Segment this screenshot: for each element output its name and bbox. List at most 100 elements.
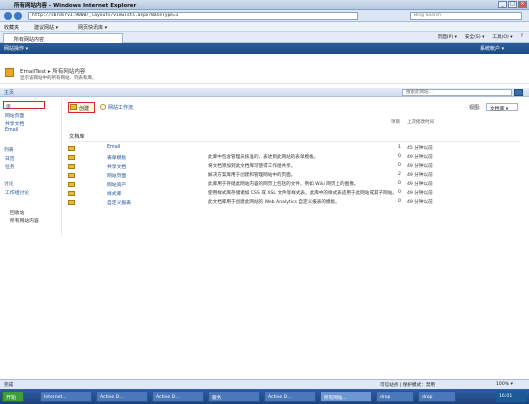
site-search-input[interactable]: 搜索此网站... xyxy=(402,89,512,96)
table-row[interactable]: 共享文档 将文档添加到此文档库可使得工作组共享。 0 49 分钟以前 xyxy=(0,163,529,171)
library-modified: 49 分钟以前 xyxy=(407,155,433,160)
library-modified: 49 分钟以前 xyxy=(407,200,433,205)
library-modified: 45 分钟以前 xyxy=(407,146,433,151)
library-item-count: 2 xyxy=(398,172,401,177)
library-item-count: 0 xyxy=(398,154,401,159)
address-bar-row: http://sbrdsrv1:9000/_layouts/viewlsts.a… xyxy=(0,10,529,22)
taskbar-button[interactable]: Active D... xyxy=(264,391,316,402)
clock: 16:01 xyxy=(496,391,527,402)
view-select[interactable]: 文档库 ▾ xyxy=(486,103,518,112)
document-library-icon xyxy=(68,164,75,169)
document-library-icon xyxy=(68,173,75,178)
zoom-level[interactable]: 100% ▾ xyxy=(496,382,513,387)
recycle-bin-link[interactable]: 回收站 xyxy=(10,209,24,216)
taskbar-button[interactable]: Active D... xyxy=(152,391,204,402)
divider xyxy=(68,141,520,142)
site-workflows-link[interactable]: 网站工作流 xyxy=(108,104,133,111)
search-icon[interactable] xyxy=(514,89,523,96)
library-name[interactable]: Email xyxy=(107,145,120,150)
document-library-icon xyxy=(68,146,75,151)
status-bar: 完成 可信站点 | 保护模式：禁用 100% ▾ xyxy=(0,379,529,389)
page-menu[interactable]: 页面(P) ▾ xyxy=(438,34,457,40)
library-name[interactable]: 样式库 xyxy=(107,190,121,197)
page-description: 显示该网站中的所有网站、列表和库。 xyxy=(20,76,97,81)
favorites-button[interactable]: 收藏夹 xyxy=(4,24,19,31)
create-icon xyxy=(70,104,77,110)
help-icon[interactable]: ? xyxy=(521,34,523,40)
quicklaunch-item[interactable]: Email xyxy=(5,128,18,133)
browser-search-input[interactable]: Bing Search xyxy=(410,12,522,20)
library-name[interactable]: 网站页面 xyxy=(107,172,126,179)
document-library-icon xyxy=(68,155,75,160)
library-description: 此文档库用于创建此网站的 Web Analytics 自定义报表的模板。 xyxy=(208,200,340,205)
window-title: 所有网站内容 - Windows Internet Explorer xyxy=(14,3,137,9)
minimize-button[interactable]: _ xyxy=(498,1,507,8)
favorites-bar: 收藏夹 建议网站 ▾ 网页快讯库 ▾ xyxy=(0,22,529,32)
library-name[interactable]: 表单模板 xyxy=(107,154,126,161)
favorites-item[interactable]: 建议网站 ▾ xyxy=(34,24,58,31)
table-row[interactable]: 网站资产 此库用于存储此网站内容的网页上包括的文件，例如 Wiki 网页上的图像。… xyxy=(0,181,529,189)
quicklaunch-item[interactable]: 共享文档 xyxy=(5,120,24,127)
table-row[interactable]: Email 1 45 分钟以前 xyxy=(0,145,529,153)
library-modified: 49 分钟以前 xyxy=(407,182,433,187)
library-name[interactable]: 网站资产 xyxy=(107,181,126,188)
taskbar-button[interactable]: drop xyxy=(418,391,456,402)
table-row[interactable]: 网站页面 解决方案库用于创建和管理网站中的页面。 2 49 分钟以前 xyxy=(0,172,529,180)
library-description: 此库用于存储此网站内容的网页上包括的文件，例如 Wiki 网页上的图像。 xyxy=(208,182,359,187)
library-modified: 49 分钟以前 xyxy=(407,173,433,178)
library-item-count: 0 xyxy=(398,163,401,168)
breadcrumb[interactable]: EmailTest ▸ 所有网站内容 xyxy=(20,67,85,75)
safety-menu[interactable]: 安全(S) ▾ xyxy=(465,34,484,40)
status-text: 完成 xyxy=(4,383,14,388)
window-title-bar: 所有网站内容 - Windows Internet Explorer _ □ × xyxy=(0,0,529,10)
column-header-modified[interactable]: 上次修改时间 xyxy=(407,119,434,125)
command-bar: 页面(P) ▾ 安全(S) ▾ 工具(O) ▾ ? xyxy=(438,34,523,40)
url-input[interactable]: http://sbrdsrv1:9000/_layouts/viewlsts.a… xyxy=(28,12,358,20)
view-label: 视图: xyxy=(469,105,481,111)
table-row[interactable]: 样式库 使用样式库存储诸如 CSS 或 XSL 文件等样式表。此库中的样式表适用于… xyxy=(0,190,529,198)
security-zone: 可信站点 | 保护模式：禁用 xyxy=(380,383,436,388)
browser-tab-bar: 所有网站内容 页面(P) ▾ 安全(S) ▾ 工具(O) ▾ ? xyxy=(0,32,529,43)
taskbar-button[interactable]: 所有网站... xyxy=(320,391,372,402)
library-modified: 49 分钟以前 xyxy=(407,164,433,169)
taskbar-button[interactable]: 服务 xyxy=(208,391,260,402)
back-icon[interactable] xyxy=(4,12,12,20)
start-button[interactable]: 开始 xyxy=(2,391,24,402)
quicklaunch-item[interactable]: 网站页面 xyxy=(5,112,24,119)
maximize-button[interactable]: □ xyxy=(508,1,517,8)
home-link[interactable]: 主页 xyxy=(4,89,14,96)
tools-menu[interactable]: 工具(O) ▾ xyxy=(492,34,512,40)
window-controls: _ □ × xyxy=(498,1,527,8)
site-actions-menu[interactable]: 网站操作 ▾ xyxy=(4,45,28,52)
document-library-icon xyxy=(68,182,75,187)
sharepoint-bar: 网站操作 ▾ 系统帐户 ▾ xyxy=(0,43,529,54)
browser-tab[interactable]: 所有网站内容 xyxy=(3,33,123,43)
section-title: 文档库 xyxy=(69,134,85,140)
library-item-count: 1 xyxy=(398,145,401,150)
site-logo-icon xyxy=(5,68,14,77)
library-item-count: 0 xyxy=(398,190,401,195)
taskbar-button[interactable]: Active D... xyxy=(96,391,148,402)
taskbar-button[interactable]: Internet... xyxy=(40,391,92,402)
column-header-items[interactable]: 项目 xyxy=(391,119,400,125)
library-name[interactable]: 自定义报表 xyxy=(107,199,131,206)
favorites-item[interactable]: 网页快讯库 ▾ xyxy=(78,24,107,31)
library-description: 使用样式库存储诸如 CSS 或 XSL 文件等样式表。此库中的样式表适用于此网站… xyxy=(208,191,397,196)
user-menu[interactable]: 系统帐户 ▾ xyxy=(480,45,504,52)
library-modified: 49 分钟以前 xyxy=(407,191,433,196)
forward-icon[interactable] xyxy=(14,12,22,20)
library-description: 此库中包含管理员核准的、表述到此网站的表单模板。 xyxy=(208,155,319,160)
taskbar-button[interactable]: drop xyxy=(376,391,414,402)
library-description: 将文档添加到此文档库可使得工作组共享。 xyxy=(208,164,296,169)
document-library-icon xyxy=(68,191,75,196)
workflow-icon xyxy=(100,104,106,110)
table-row[interactable]: 表单模板 此库中包含管理员核准的、表述到此网站的表单模板。 0 49 分钟以前 xyxy=(0,154,529,162)
close-button[interactable]: × xyxy=(518,1,527,8)
library-item-count: 0 xyxy=(398,181,401,186)
library-item-count: 0 xyxy=(398,199,401,204)
table-row[interactable]: 自定义报表 此文档库用于创建此网站的 Web Analytics 自定义报表的模板… xyxy=(0,199,529,207)
library-name[interactable]: 共享文档 xyxy=(107,163,126,170)
quicklaunch-libraries[interactable]: 库 xyxy=(3,101,45,110)
all-site-content-link[interactable]: 所有网站内容 xyxy=(10,217,39,224)
library-description: 解决方案库用于创建和管理网站中的页面。 xyxy=(208,173,296,178)
